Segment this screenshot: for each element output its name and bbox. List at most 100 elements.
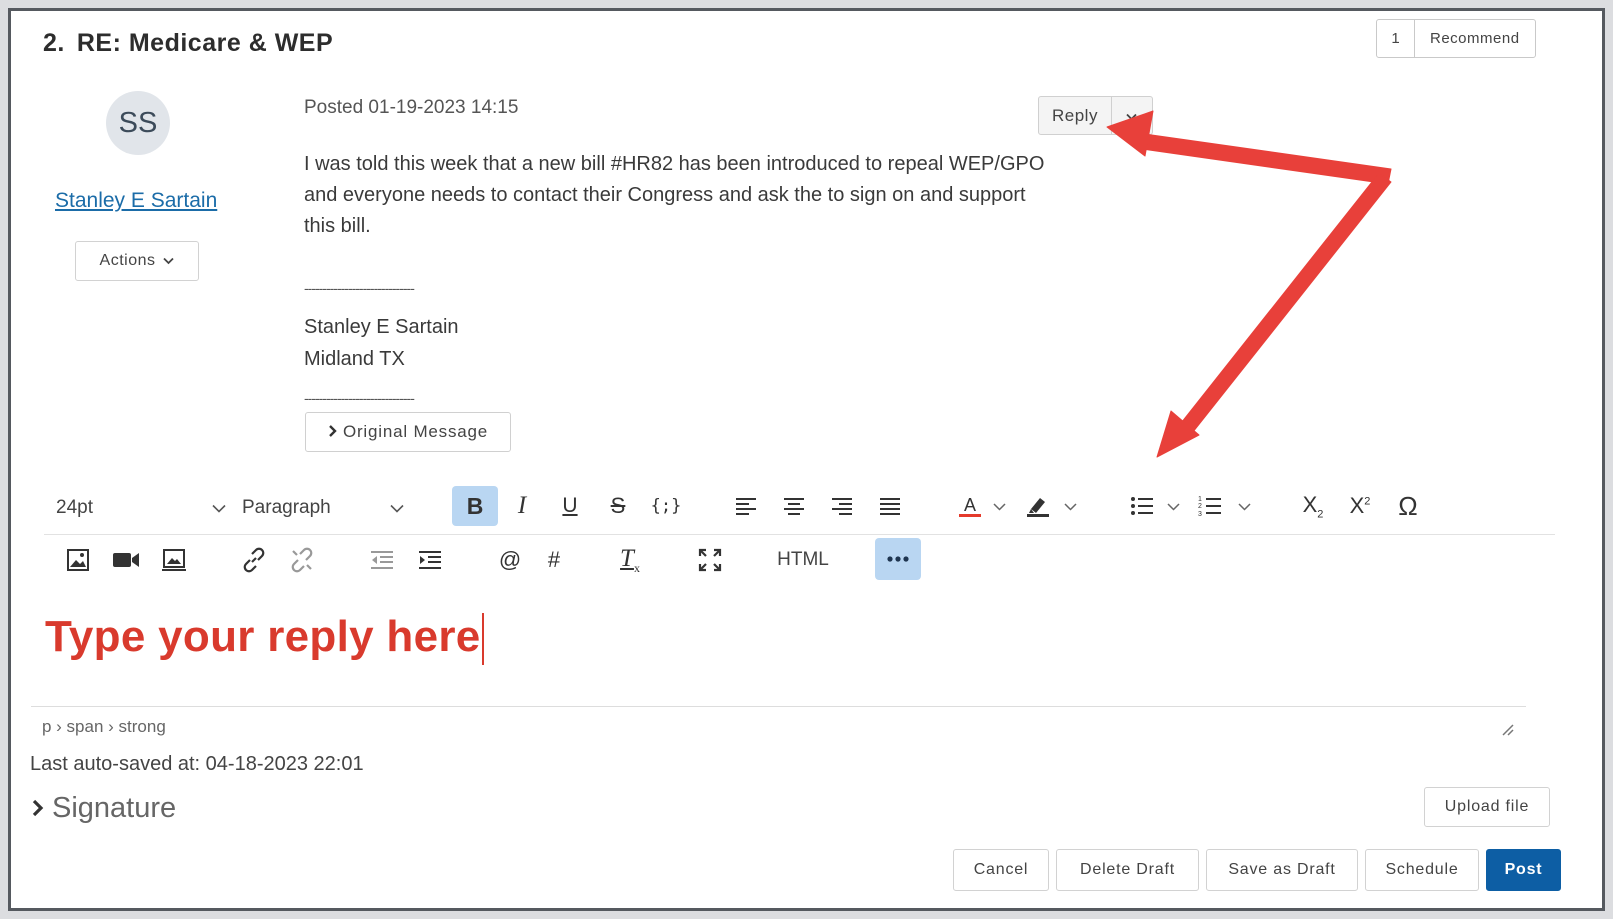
highlight-color-dropdown[interactable] (1061, 498, 1079, 516)
fullscreen-icon (698, 548, 722, 572)
annotation-arrow-shape (1106, 110, 1392, 458)
underline-button[interactable]: U (548, 486, 592, 526)
more-options-button[interactable] (875, 538, 921, 580)
indent-icon (418, 550, 442, 570)
video-camera-icon (112, 550, 140, 570)
original-message-toggle[interactable]: Original Message (305, 412, 511, 452)
post-body: I was told this week that a new bill #HR… (304, 149, 1124, 242)
post-button[interactable]: Post (1486, 849, 1561, 891)
text-color-button[interactable]: A (948, 486, 992, 526)
block-format-select[interactable]: Paragraph (242, 488, 404, 528)
editor-statusbar (31, 706, 1526, 744)
save-draft-button[interactable]: Save as Draft (1206, 849, 1358, 891)
original-message-label: Original Message (342, 422, 489, 441)
post-title: 2. RE: Medicare & WEP (43, 29, 333, 58)
text-color-dropdown[interactable] (990, 498, 1008, 516)
decrease-indent-button[interactable] (360, 540, 404, 580)
reply-editor[interactable]: Type your reply here (45, 612, 484, 666)
align-center-button[interactable] (772, 486, 816, 526)
reply-dropdown-button[interactable] (1112, 97, 1152, 134)
font-size-value: 24pt (56, 497, 93, 518)
insert-link-button[interactable] (232, 540, 276, 580)
post-signature: ------------------------------ Stanley E… (304, 281, 459, 405)
insert-video-button[interactable] (104, 540, 148, 580)
numbered-list-button[interactable]: 123 (1188, 486, 1232, 526)
insert-media-button[interactable] (152, 540, 196, 580)
delete-draft-button[interactable]: Delete Draft (1056, 849, 1199, 891)
bold-icon: B (466, 492, 484, 519)
omega-icon: Ω (1398, 490, 1418, 521)
align-left-icon (735, 497, 757, 515)
editor-toolbar-row-1: 24pt Paragraph B I U S {;} A 1 2 3 X2 X2… (44, 480, 1555, 535)
annotation-arrows (1106, 110, 1392, 458)
italic-icon: I (517, 492, 527, 519)
bullet-list-dropdown[interactable] (1164, 498, 1182, 516)
image-icon (66, 548, 90, 572)
resize-handle-icon[interactable] (1502, 723, 1514, 741)
superscript-button[interactable]: X2 (1338, 486, 1382, 526)
align-justify-icon (879, 497, 901, 515)
recommend-label: Recommend (1430, 30, 1520, 47)
autosave-status: Last auto-saved at: 04-18-2023 22:01 (30, 753, 364, 775)
subscript-button[interactable]: X2 (1291, 486, 1335, 526)
signature-rule: ------------------------------ (304, 280, 415, 296)
chevron-down-icon (390, 497, 404, 519)
align-right-button[interactable] (820, 486, 864, 526)
post-number: 2. (43, 29, 65, 57)
html-source-button[interactable]: HTML (760, 540, 846, 580)
underline-icon: U (562, 494, 578, 517)
highlight-color-button[interactable] (1016, 486, 1060, 526)
post-body-line: this bill. (304, 215, 371, 237)
font-size-select[interactable]: 24pt (56, 488, 226, 528)
bold-button[interactable]: B (452, 486, 498, 526)
reply-split-button[interactable]: Reply (1038, 96, 1153, 135)
reply-button[interactable]: Reply (1039, 97, 1112, 134)
italic-button[interactable]: I (500, 486, 544, 526)
author-link[interactable]: Stanley E Sartain (55, 189, 217, 213)
align-justify-button[interactable] (868, 486, 912, 526)
bullet-list-button[interactable] (1120, 486, 1164, 526)
text-caret (481, 613, 484, 666)
chevron-down-icon (992, 498, 1006, 516)
avatar[interactable]: SS (106, 91, 170, 155)
special-character-button[interactable]: Ω (1386, 486, 1430, 526)
signature-toggle[interactable]: Signature (32, 792, 176, 825)
schedule-button[interactable]: Schedule (1365, 849, 1479, 891)
chevron-right-icon (328, 422, 337, 442)
numbered-list-dropdown[interactable] (1235, 498, 1253, 516)
numbered-list-icon: 123 (1198, 495, 1222, 517)
chevron-down-icon (212, 497, 226, 519)
block-format-value: Paragraph (242, 497, 331, 518)
upload-file-button[interactable]: Upload file (1424, 787, 1550, 827)
clear-formatting-icon: Tx (620, 544, 640, 575)
chevron-right-icon (32, 792, 44, 825)
clear-formatting-button[interactable]: Tx (608, 540, 652, 580)
hashtag-button[interactable]: # (532, 540, 576, 580)
svg-text:3: 3 (1198, 511, 1202, 517)
cancel-button[interactable]: Cancel (953, 849, 1049, 891)
remove-link-button[interactable] (280, 540, 324, 580)
bullet-list-icon (1130, 496, 1154, 516)
actions-button[interactable]: Actions (75, 241, 199, 281)
chevron-down-icon (163, 252, 175, 270)
actions-label: Actions (99, 252, 156, 269)
outdent-icon (370, 550, 394, 570)
highlighter-icon (1025, 493, 1051, 519)
chevron-down-icon (1237, 498, 1251, 516)
signature-rule: ------------------------------ (304, 390, 415, 406)
post-body-line: and everyone needs to contact their Cong… (304, 184, 1026, 206)
recommend-button[interactable]: 1 Recommend (1376, 19, 1536, 58)
mention-button[interactable]: @ (488, 540, 532, 580)
align-left-button[interactable] (724, 486, 768, 526)
editor-toolbar-row-2: @ # Tx HTML (44, 538, 1555, 588)
chevron-down-icon (1166, 498, 1180, 516)
text-color-icon: A (957, 493, 983, 519)
svg-text:A: A (964, 495, 976, 515)
reply-editor-content: Type your reply here (45, 612, 481, 661)
insert-image-button[interactable] (56, 540, 100, 580)
increase-indent-button[interactable] (408, 540, 452, 580)
strikethrough-button[interactable]: S (596, 486, 640, 526)
code-button[interactable]: {;} (644, 486, 688, 526)
strikethrough-icon: S (610, 493, 626, 518)
fullscreen-button[interactable] (688, 540, 732, 580)
